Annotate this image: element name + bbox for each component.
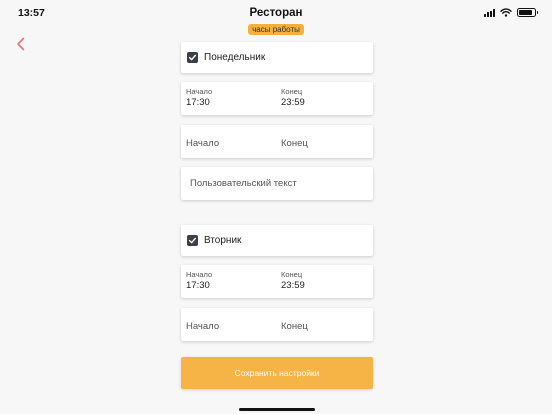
start-time-field[interactable]: Начало 17:30 — [181, 82, 277, 115]
subtitle-badge: часы работы — [248, 24, 304, 35]
start-time-field[interactable]: Начало — [181, 308, 277, 341]
day-toggle-tuesday[interactable]: Вторник — [181, 225, 373, 256]
day-toggle-monday[interactable]: Понедельник — [181, 42, 373, 73]
start-time-value: 17:30 — [186, 97, 210, 108]
end-time-label: Конец — [281, 270, 303, 279]
time-interval-tuesday: Начало 17:30 Конец 23:59 — [181, 265, 373, 298]
save-settings-button[interactable]: Сохранить настройки — [181, 357, 373, 389]
subtitle-wrap: часы работы — [0, 19, 552, 37]
custom-text-placeholder: Пользовательский текст — [190, 178, 297, 189]
checkmark-icon — [188, 54, 197, 61]
start-time-placeholder: Начало — [186, 138, 220, 149]
end-time-field[interactable]: Конец — [281, 308, 377, 341]
end-time-value: 23:59 — [281, 97, 305, 108]
start-time-label: Начало — [186, 270, 213, 279]
end-time-field[interactable]: Конец — [281, 125, 377, 158]
start-time-label: Начало — [186, 87, 213, 96]
start-time-value: 17:30 — [186, 280, 210, 291]
back-button[interactable] — [13, 36, 29, 52]
checkbox-tuesday[interactable] — [187, 235, 198, 246]
end-time-value: 23:59 — [281, 280, 305, 291]
day-label: Понедельник — [204, 52, 266, 63]
start-time-field[interactable]: Начало — [181, 125, 277, 158]
checkmark-icon — [188, 237, 197, 244]
end-time-placeholder: Конец — [281, 321, 308, 332]
end-time-field[interactable]: Конец 23:59 — [281, 265, 377, 298]
new-interval-monday: Начало Конец — [181, 125, 373, 158]
end-time-label: Конец — [281, 87, 303, 96]
start-time-field[interactable]: Начало 17:30 — [181, 265, 277, 298]
new-interval-tuesday: Начало Конец — [181, 308, 373, 341]
end-time-field[interactable]: Конец 23:59 — [281, 82, 377, 115]
start-time-placeholder: Начало — [186, 321, 220, 332]
home-indicator[interactable] — [239, 408, 315, 411]
end-time-placeholder: Конец — [281, 138, 308, 149]
checkbox-monday[interactable] — [187, 52, 198, 63]
chevron-left-icon — [17, 37, 25, 51]
page-title: Ресторан — [249, 7, 303, 19]
day-label: Вторник — [204, 235, 242, 246]
time-interval-monday: Начало 17:30 Конец 23:59 — [181, 82, 373, 115]
custom-text-field[interactable]: Пользовательский текст — [181, 167, 373, 200]
